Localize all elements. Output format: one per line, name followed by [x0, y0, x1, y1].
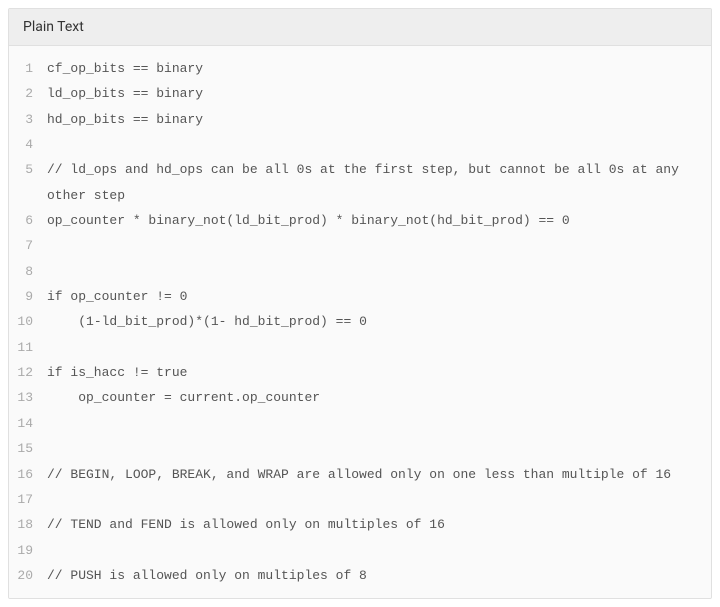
line-content: if op_counter != 0	[47, 284, 711, 309]
code-line: 19	[9, 538, 711, 563]
line-number: 10	[9, 309, 47, 334]
code-line: 17	[9, 487, 711, 512]
code-line: 1cf_op_bits == binary	[9, 56, 711, 81]
line-number: 13	[9, 385, 47, 410]
line-number: 9	[9, 284, 47, 309]
line-number: 8	[9, 259, 47, 284]
code-block-container: Plain Text 1cf_op_bits == binary2ld_op_b…	[8, 8, 712, 599]
code-area[interactable]: 1cf_op_bits == binary2ld_op_bits == bina…	[9, 46, 711, 598]
line-content: if is_hacc != true	[47, 360, 711, 385]
code-line: 10 (1-ld_bit_prod)*(1- hd_bit_prod) == 0	[9, 309, 711, 334]
code-line: 18// TEND and FEND is allowed only on mu…	[9, 512, 711, 537]
line-content	[47, 487, 711, 512]
code-line: 12if is_hacc != true	[9, 360, 711, 385]
line-number: 16	[9, 462, 47, 487]
code-line: 20// PUSH is allowed only on multiples o…	[9, 563, 711, 588]
line-number: 2	[9, 81, 47, 106]
line-number: 12	[9, 360, 47, 385]
line-number: 7	[9, 233, 47, 258]
line-content: cf_op_bits == binary	[47, 56, 711, 81]
code-line: 13 op_counter = current.op_counter	[9, 385, 711, 410]
line-content	[47, 335, 711, 360]
line-content: op_counter = current.op_counter	[47, 385, 711, 410]
line-content	[47, 259, 711, 284]
line-number: 18	[9, 512, 47, 537]
line-content	[47, 538, 711, 563]
line-content: op_counter * binary_not(ld_bit_prod) * b…	[47, 208, 711, 233]
line-number: 19	[9, 538, 47, 563]
line-number: 11	[9, 335, 47, 360]
line-content	[47, 233, 711, 258]
code-line: 15	[9, 436, 711, 461]
line-content: // BEGIN, LOOP, BREAK, and WRAP are allo…	[47, 462, 711, 487]
line-number: 1	[9, 56, 47, 81]
line-content: // TEND and FEND is allowed only on mult…	[47, 512, 711, 537]
line-number: 6	[9, 208, 47, 233]
line-number: 3	[9, 107, 47, 132]
code-line: 7	[9, 233, 711, 258]
line-number: 4	[9, 132, 47, 157]
code-line: 3hd_op_bits == binary	[9, 107, 711, 132]
code-line: 8	[9, 259, 711, 284]
language-label: Plain Text	[23, 19, 84, 35]
code-line: 9if op_counter != 0	[9, 284, 711, 309]
line-content: hd_op_bits == binary	[47, 107, 711, 132]
code-line: 2ld_op_bits == binary	[9, 81, 711, 106]
line-number: 5	[9, 157, 47, 182]
code-line: 14	[9, 411, 711, 436]
code-line: 11	[9, 335, 711, 360]
line-content: ld_op_bits == binary	[47, 81, 711, 106]
line-number: 14	[9, 411, 47, 436]
line-content: (1-ld_bit_prod)*(1- hd_bit_prod) == 0	[47, 309, 711, 334]
line-content: // PUSH is allowed only on multiples of …	[47, 563, 711, 588]
line-number: 17	[9, 487, 47, 512]
code-block-header: Plain Text	[9, 9, 711, 46]
line-number: 15	[9, 436, 47, 461]
code-line: 16// BEGIN, LOOP, BREAK, and WRAP are al…	[9, 462, 711, 487]
line-number: 20	[9, 563, 47, 588]
line-content: // ld_ops and hd_ops can be all 0s at th…	[47, 157, 711, 208]
line-content	[47, 132, 711, 157]
code-line: 4	[9, 132, 711, 157]
code-line: 5// ld_ops and hd_ops can be all 0s at t…	[9, 157, 711, 208]
code-line: 6op_counter * binary_not(ld_bit_prod) * …	[9, 208, 711, 233]
line-content	[47, 411, 711, 436]
line-content	[47, 436, 711, 461]
